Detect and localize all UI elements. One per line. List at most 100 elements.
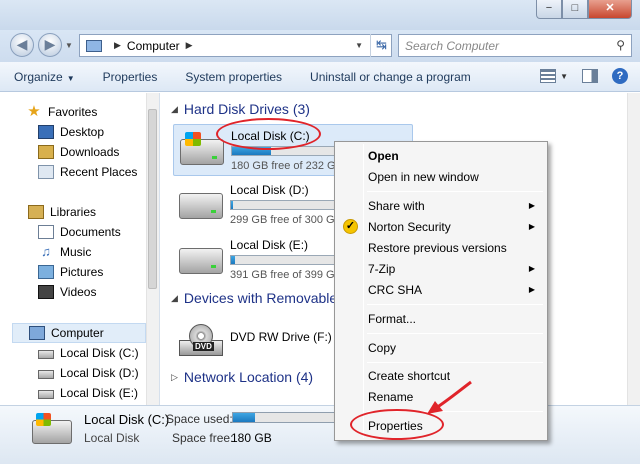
window-controls: − □ ✕ (536, 0, 632, 19)
menu-item-open[interactable]: Open (337, 145, 545, 166)
submenu-arrow-icon: ▶ (528, 201, 535, 210)
computer-icon (86, 39, 102, 52)
menu-item-norton-security[interactable]: ✓ Norton Security ▶ (337, 216, 545, 237)
nav-drive-d[interactable]: Local Disk (D:) (38, 363, 139, 383)
windows-drive-icon (180, 132, 224, 165)
drive-icon (179, 248, 223, 274)
address-dropdown-icon[interactable]: ▼ (355, 41, 363, 50)
annotation-arrow-icon (427, 380, 472, 414)
menu-item-restore-previous-versions[interactable]: Restore previous versions (337, 237, 545, 258)
content-scrollbar[interactable] (627, 93, 640, 405)
group-network-location[interactable]: ▷ Network Location (4) (171, 367, 313, 387)
nav-label: Local Disk (D:) (60, 366, 139, 380)
organize-button[interactable]: Organize ▼ (0, 70, 89, 84)
nav-documents[interactable]: Documents (38, 222, 121, 242)
libraries-icon (28, 205, 44, 219)
star-icon: ★ (27, 103, 41, 120)
view-dropdown-icon[interactable]: ▼ (560, 72, 568, 81)
group-label: Devices with Removable (183, 290, 338, 306)
change-view-icon[interactable] (540, 69, 557, 83)
menu-item-copy[interactable]: Copy (337, 337, 545, 358)
desktop-icon (38, 125, 54, 139)
nav-drive-e[interactable]: Local Disk (E:) (38, 383, 138, 403)
nav-scrollbar-thumb[interactable] (148, 109, 157, 289)
forward-button[interactable]: ▶ (38, 33, 62, 57)
nav-recent-places[interactable]: Recent Places (38, 162, 137, 182)
space-used-bar (232, 412, 336, 423)
drive-usage-fill (231, 201, 233, 209)
close-button[interactable]: ✕ (588, 0, 632, 19)
menu-item-format[interactable]: Format... (337, 308, 545, 329)
details-name: Local Disk (C:) (84, 412, 170, 427)
nav-computer[interactable]: Computer (12, 323, 146, 343)
properties-button[interactable]: Properties (89, 70, 172, 84)
address-bar[interactable]: ▶ Computer ▶ ▼ (79, 34, 392, 57)
submenu-arrow-icon: ▶ (528, 222, 535, 231)
menu-item-7zip[interactable]: 7-Zip ▶ (337, 258, 545, 279)
expand-triangle-icon[interactable]: ▷ (171, 372, 178, 383)
menu-label: Share with (368, 198, 425, 213)
menu-separator (367, 362, 543, 363)
minimize-button[interactable]: − (536, 0, 562, 19)
breadcrumb-chevron-icon[interactable]: ▶ (186, 40, 193, 51)
search-input[interactable]: Search Computer ⚲ (398, 34, 632, 57)
nav-label: Favorites (48, 105, 98, 119)
dropdown-arrow-icon: ▼ (66, 73, 75, 83)
menu-label: CRC SHA (368, 282, 423, 297)
menu-label: Copy (368, 340, 397, 355)
group-hard-disk-drives[interactable]: ◢ Hard Disk Drives (3) (171, 99, 310, 119)
drive-name: Local Disk (E:) (230, 238, 309, 252)
nav-videos[interactable]: Videos (38, 282, 96, 302)
menu-item-open-new-window[interactable]: Open in new window (337, 166, 545, 187)
nav-music[interactable]: ♫ Music (38, 242, 91, 262)
nav-label: Desktop (60, 125, 105, 139)
menu-item-share-with[interactable]: Share with ▶ (337, 195, 545, 216)
nav-desktop[interactable]: Desktop (38, 122, 104, 142)
documents-icon (38, 225, 54, 239)
collapse-triangle-icon[interactable]: ◢ (171, 293, 178, 304)
space-used-fill (233, 413, 256, 422)
recent-pages-chevron-icon[interactable]: ▼ (65, 41, 73, 50)
navigation-pane: ★ Favorites Desktop Downloads Recent Plac… (0, 93, 160, 405)
recent-places-icon (38, 165, 54, 179)
nav-label: Pictures (60, 265, 104, 279)
forward-arrow-icon: ▶ (44, 36, 56, 52)
menu-item-crc-sha[interactable]: CRC SHA ▶ (337, 279, 545, 300)
nav-downloads[interactable]: Downloads (38, 142, 119, 162)
menu-label: 7-Zip (368, 261, 396, 276)
nav-label: Local Disk (C:) (60, 346, 139, 360)
pictures-icon (38, 265, 54, 279)
nav-label: Music (60, 245, 92, 259)
collapse-triangle-icon[interactable]: ◢ (171, 104, 178, 115)
back-button[interactable]: ◀ (10, 33, 34, 57)
back-arrow-icon: ◀ (16, 36, 28, 52)
refresh-button[interactable]: ↹ (370, 34, 392, 57)
help-icon[interactable]: ? (612, 68, 628, 84)
dvd-label: DVD (193, 342, 214, 351)
nav-favorites[interactable]: ★ Favorites (27, 102, 98, 122)
maximize-button[interactable]: □ (562, 0, 588, 19)
drive-icon (179, 193, 223, 219)
breadcrumb-chevron-icon[interactable]: ▶ (114, 40, 121, 51)
nav-libraries[interactable]: Libraries (28, 202, 96, 222)
preview-pane-icon[interactable] (582, 69, 598, 83)
breadcrumb-computer[interactable]: Computer (127, 39, 180, 53)
nav-label: Downloads (60, 145, 120, 159)
details-type: Local Disk (84, 431, 140, 445)
nav-label: Libraries (50, 205, 97, 219)
system-properties-button[interactable]: System properties (171, 70, 296, 84)
menu-label: Open (368, 148, 399, 163)
group-label: Network Location (4) (183, 369, 314, 385)
nav-pictures[interactable]: Pictures (38, 262, 103, 282)
submenu-arrow-icon: ▶ (528, 285, 535, 294)
drive-icon (38, 370, 54, 379)
uninstall-program-button[interactable]: Uninstall or change a program (296, 70, 485, 84)
group-removable-storage[interactable]: ◢ Devices with Removable (171, 288, 337, 308)
title-bar: − □ ✕ (0, 0, 640, 30)
norton-check-icon: ✓ (343, 219, 358, 234)
annotation-circle-drive-c (216, 118, 321, 150)
navigation-bar: ◀ ▶ ▼ ▶ Computer ▶ ▼ ↹ Search Computer ⚲ (0, 30, 640, 62)
search-placeholder: Search Computer (405, 39, 500, 53)
space-free-label: Space free: (172, 431, 234, 445)
nav-drive-c[interactable]: Local Disk (C:) (38, 343, 139, 363)
